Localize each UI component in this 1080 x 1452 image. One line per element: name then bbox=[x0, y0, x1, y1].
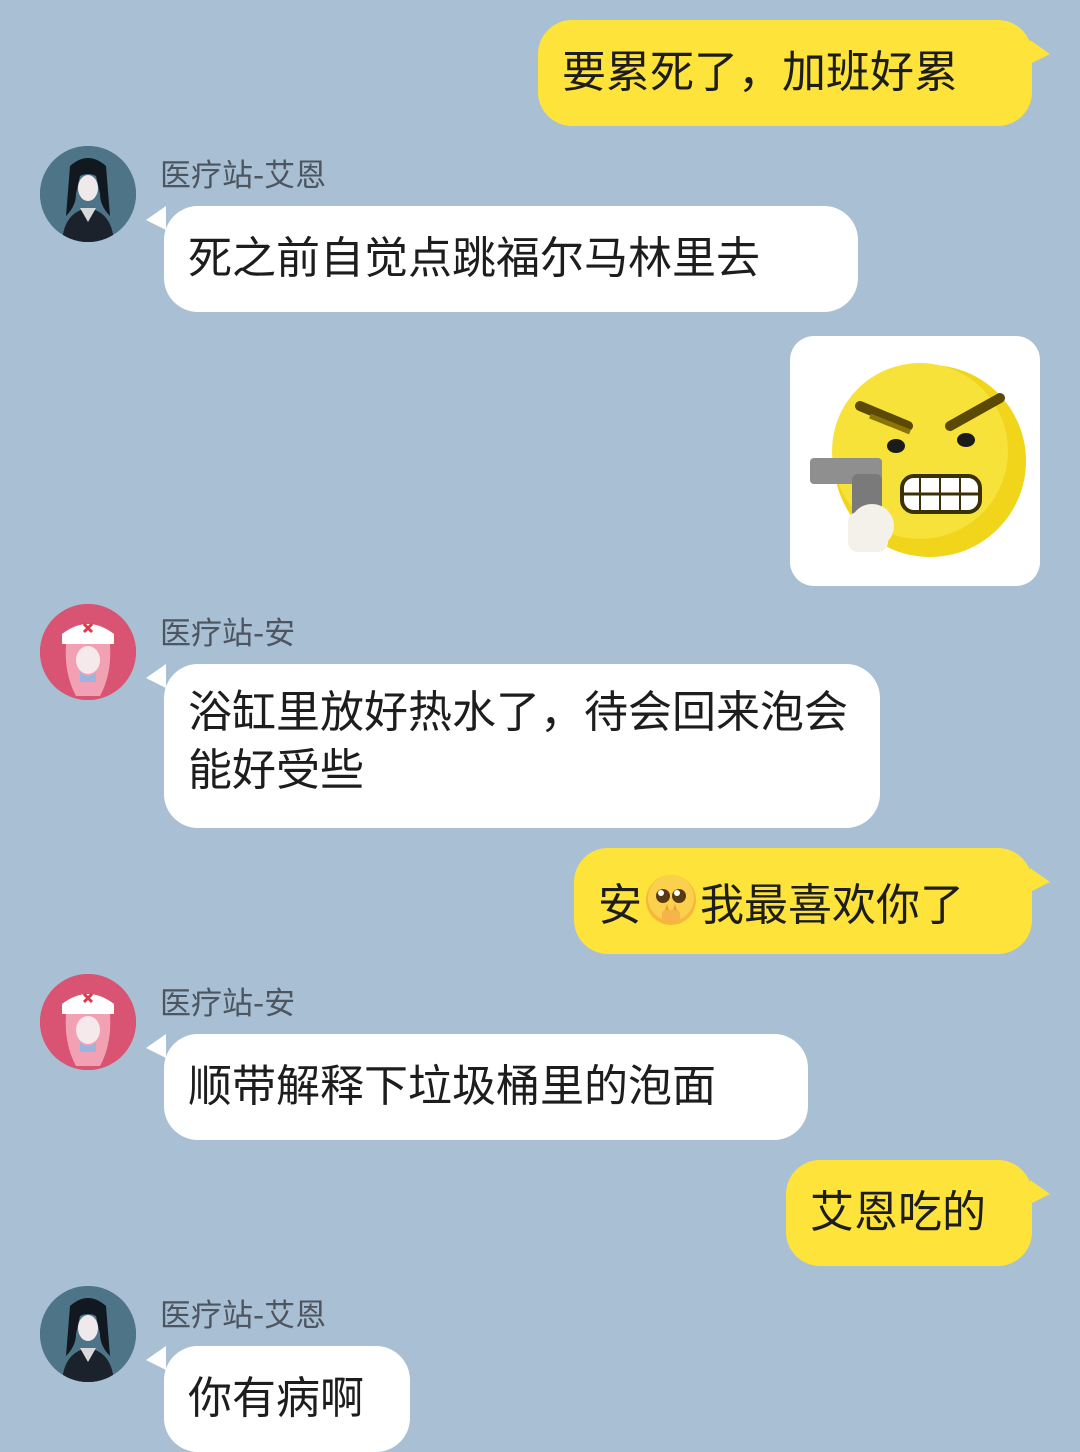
bubble-tail bbox=[1030, 868, 1050, 892]
ein-avatar-icon bbox=[40, 1286, 136, 1382]
message-text: 顺带解释下垃圾桶里的泡面 bbox=[188, 1061, 716, 1112]
bubble-tail bbox=[1030, 1180, 1050, 1204]
message-bubble[interactable]: 安 我最喜欢你了 bbox=[574, 848, 1032, 954]
bubble-tail bbox=[146, 1346, 166, 1370]
bubble-tail bbox=[146, 664, 166, 688]
message-bubble[interactable]: 要累死了，加班好累 bbox=[538, 20, 1032, 126]
an-avatar-icon bbox=[40, 604, 136, 700]
message-text-before: 安 bbox=[598, 880, 642, 931]
angry-face-with-gun-sticker[interactable] bbox=[790, 336, 1040, 586]
sender-name: 医疗站-安 bbox=[160, 986, 296, 1022]
message-bubble[interactable]: 死之前自觉点跳福尔马林里去 bbox=[164, 206, 858, 312]
bubble-tail bbox=[146, 1034, 166, 1058]
an-avatar[interactable] bbox=[40, 974, 136, 1070]
message-text: 艾恩吃的 bbox=[810, 1187, 986, 1238]
ein-avatar[interactable] bbox=[40, 1286, 136, 1382]
message-text: 浴缸里放好热水了，待会回来泡会能好受些 bbox=[188, 687, 848, 796]
sender-name: 医疗站-安 bbox=[160, 616, 296, 652]
message-text: 死之前自觉点跳福尔马林里去 bbox=[188, 233, 760, 284]
sender-name: 医疗站-艾恩 bbox=[160, 1298, 327, 1334]
message-bubble[interactable]: 顺带解释下垃圾桶里的泡面 bbox=[164, 1034, 808, 1140]
message-text: 要累死了，加班好累 bbox=[562, 47, 958, 98]
angry-emoji-icon bbox=[810, 363, 1026, 557]
message-text: 你有病啊 bbox=[188, 1373, 364, 1424]
sender-name: 医疗站-艾恩 bbox=[160, 158, 327, 194]
message-bubble[interactable]: 艾恩吃的 bbox=[786, 1160, 1032, 1266]
an-avatar-icon bbox=[40, 974, 136, 1070]
message-text-after: 我最喜欢你了 bbox=[700, 880, 964, 931]
ein-avatar[interactable] bbox=[40, 146, 136, 242]
pleading-face-emoji-icon bbox=[643, 872, 699, 928]
chat-thread: 要累死了，加班好累 医疗站-艾恩 死之前自觉点跳福尔马林里去 医疗站-安 浴缸里… bbox=[0, 0, 1080, 1452]
message-bubble[interactable]: 你有病啊 bbox=[164, 1346, 410, 1452]
ein-avatar-icon bbox=[40, 146, 136, 242]
bubble-tail bbox=[1030, 40, 1050, 64]
bubble-tail bbox=[146, 206, 166, 230]
message-bubble[interactable]: 浴缸里放好热水了，待会回来泡会能好受些 bbox=[164, 664, 880, 828]
an-avatar[interactable] bbox=[40, 604, 136, 700]
